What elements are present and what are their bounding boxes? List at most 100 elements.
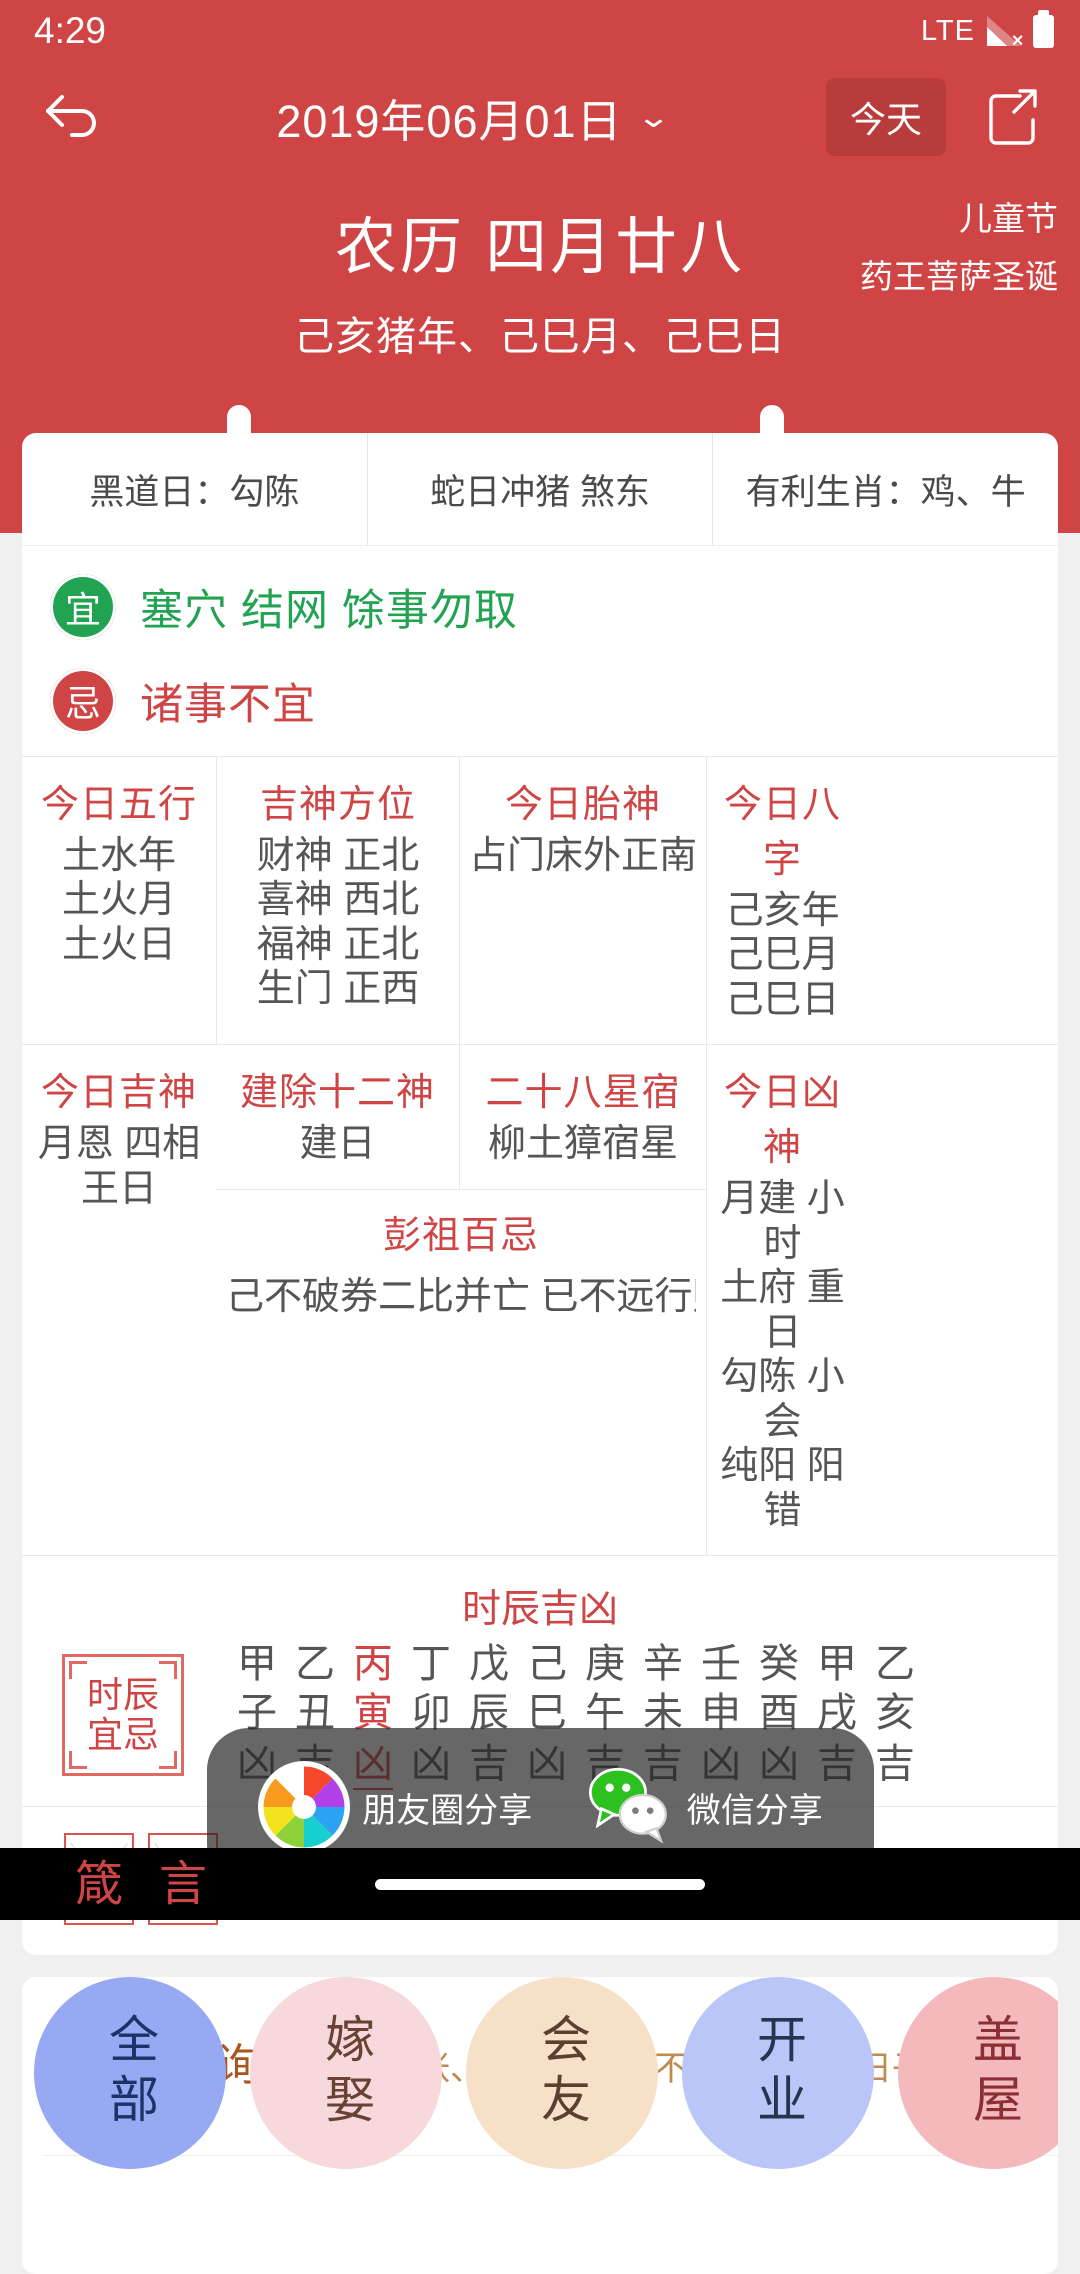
jiri-category-label: 全部: [94, 2013, 166, 2133]
festival-item: 儿童节: [860, 190, 1058, 248]
wechat-icon: [583, 1761, 675, 1853]
cell-value: 纯阳 阳错: [713, 1444, 852, 1533]
cell-title: 吉神方位: [223, 773, 453, 828]
today-button[interactable]: 今天: [826, 78, 946, 156]
shichen-gan: 乙: [286, 1640, 344, 1689]
cell-value: 喜神 西北: [223, 878, 453, 922]
jiri-category-item[interactable]: 盖屋: [886, 1977, 1058, 2169]
cell-value: 财神 正北: [223, 834, 453, 878]
cell-value: 己巳月: [713, 933, 852, 977]
shichen-gan: 辛: [634, 1640, 692, 1689]
signal-no-service-icon: ×: [987, 16, 1021, 46]
tab-marker-pin: [760, 405, 784, 461]
cell-jianchu: 建除十二神 建日: [216, 1045, 459, 1188]
jiri-category-item[interactable]: 会友: [454, 1977, 670, 2169]
cell-bazi: 今日八字 己亥年 己巳月 己巳日: [706, 757, 858, 1044]
nav-bar: 2019年06月01日 ⌄ 今天: [0, 62, 1080, 172]
grid-row-1: 今日五行 土水年 土火月 土火日 吉神方位 财神 正北 喜神 西北 福神 正北 …: [22, 756, 1058, 1044]
cell-value: 土火日: [28, 923, 210, 967]
jiri-category-circle: 开业: [682, 1977, 874, 2169]
jiri-query-section[interactable]: 吉日查询 结婚、开张、搬家、出行不知道怎么选日子? 全部嫁娶会友开业盖屋: [22, 1977, 1058, 2274]
cell-value: 占门床外正南: [466, 834, 700, 878]
yi-text: 塞穴 结网 馀事勿取: [140, 576, 518, 638]
share-wechat-label: 微信分享: [687, 1783, 823, 1832]
chevron-down-icon: ⌄: [636, 100, 671, 135]
cell-pengzu: 彭祖百忌 己不破券二比并亡 已不远行财物伏…: [216, 1189, 706, 1338]
day-attribute-tabs: 黑道日：勾陈 蛇日冲猪 煞东 有利生肖：鸡、牛: [22, 433, 1058, 545]
jiri-category-item[interactable]: 全部: [22, 1977, 238, 2169]
cell-value: 土府 重日: [713, 1266, 852, 1355]
jiri-category-item[interactable]: 嫁娶: [238, 1977, 454, 2169]
lunar-date-block: 农历 四月廿八 己亥猪年、己巳月、己巳日 儿童节 药王菩萨圣诞: [0, 172, 1080, 362]
shichen-gan: 戊: [460, 1640, 518, 1689]
cell-value: 月恩 四相: [28, 1122, 210, 1166]
grid-row-2: 今日吉神 月恩 四相 王日 建除十二神 建日 二十八星宿 柳土獐宿星 彭祖百忌: [22, 1044, 1058, 1555]
cell-title: 建除十二神: [222, 1061, 453, 1116]
cell-wuxing: 今日五行 土水年 土火月 土火日: [22, 757, 216, 1044]
cell-value: 己亥年: [713, 889, 852, 933]
ji-row[interactable]: 忌 诸事不宜: [22, 654, 1058, 748]
cell-value: 建日: [222, 1122, 453, 1166]
cell-title: 今日五行: [28, 773, 210, 828]
main-content: 黑道日：勾陈 蛇日冲猪 煞东 有利生肖：鸡、牛 宜 塞穴 结网 馀事勿取 忌 诸…: [0, 433, 1080, 2274]
jiri-category-label: 会友: [526, 2013, 598, 2133]
shichen-gan: 丙: [344, 1640, 402, 1689]
grid-subrow: 建除十二神 建日 二十八星宿 柳土獐宿星: [216, 1045, 706, 1188]
jiri-category-circle: 会友: [466, 1977, 658, 2169]
shichen-gan: 癸: [750, 1640, 808, 1689]
share-moments-button[interactable]: 朋友圈分享: [258, 1761, 532, 1853]
jiri-category-label: 开业: [742, 2013, 814, 2133]
status-clock: 4:29: [34, 10, 106, 52]
cell-title: 彭祖百忌: [226, 1204, 696, 1259]
status-icons: LTE ×: [921, 15, 1054, 48]
yi-row[interactable]: 宜 塞穴 结网 馀事勿取: [22, 560, 1058, 654]
shichen-gan: 壬: [692, 1640, 750, 1689]
shichen-gan: 乙: [866, 1640, 924, 1689]
shichen-gan: 丁: [402, 1640, 460, 1689]
share-moments-label: 朋友圈分享: [362, 1783, 532, 1832]
cell-value: 福神 正北: [223, 923, 453, 967]
date-selector[interactable]: 2019年06月01日 ⌄: [116, 85, 826, 150]
shichen-gan: 甲: [808, 1640, 866, 1689]
festival-item: 药王菩萨圣诞: [860, 248, 1058, 306]
grid-mid-stack: 建除十二神 建日 二十八星宿 柳土獐宿星 彭祖百忌 己不破券二比并亡 已不远行财…: [216, 1045, 706, 1555]
current-date-label: 2019年06月01日: [276, 85, 622, 150]
tab-marker-pin: [227, 405, 251, 461]
home-pill-icon[interactable]: [375, 1879, 705, 1890]
cell-title: 二十八星宿: [466, 1061, 700, 1116]
cell-title: 今日吉神: [28, 1061, 210, 1116]
cell-jishen-fangwei: 吉神方位 财神 正北 喜神 西北 福神 正北 生门 正西: [216, 757, 459, 1044]
share-wechat-button[interactable]: 微信分享: [583, 1761, 823, 1853]
cell-value: 己不破券二比并亡 已不远行财物伏…: [226, 1265, 696, 1320]
cell-taishen: 今日胎神 占门床外正南: [459, 757, 706, 1044]
shichen-result: 吉: [866, 1740, 924, 1789]
tab-heidao[interactable]: 黑道日：勾陈: [22, 433, 367, 545]
ji-text: 诸事不宜: [140, 670, 316, 732]
cell-value: 生门 正西: [223, 967, 453, 1011]
cell-xiongshen: 今日凶神 月建 小时 土府 重日 勾陈 小会 纯阳 阳错: [706, 1045, 858, 1555]
shichen-gan: 庚: [576, 1640, 634, 1689]
tab-chongsha[interactable]: 蛇日冲猪 煞东: [367, 433, 713, 545]
shichen-gan: 甲: [228, 1640, 286, 1689]
yiji-section: 宜 塞穴 结网 馀事勿取 忌 诸事不宜: [22, 545, 1058, 756]
jiri-category-label: 嫁娶: [310, 2013, 382, 2133]
jiri-category-circle: 全部: [34, 1977, 226, 2169]
lunar-ganzhi: 己亥猪年、己巳月、己巳日: [0, 304, 1080, 362]
cell-title: 今日八字: [713, 773, 852, 883]
jiri-category-circle: 嫁娶: [250, 1977, 442, 2169]
jiri-category-circle: 盖屋: [898, 1977, 1058, 2169]
cell-value: 土水年: [28, 834, 210, 878]
shichen-zhi: 亥: [866, 1689, 924, 1738]
jiri-category-item[interactable]: 开业: [670, 1977, 886, 2169]
cell-xingxiu: 二十八星宿 柳土獐宿星: [459, 1045, 706, 1188]
almanac-grid: 今日五行 土水年 土火月 土火日 吉神方位 财神 正北 喜神 西北 福神 正北 …: [22, 756, 1058, 1555]
share-icon[interactable]: [976, 80, 1050, 154]
cell-value: 己巳日: [713, 978, 852, 1022]
back-arrow-icon[interactable]: [30, 74, 116, 160]
moments-pinwheel-icon: [258, 1761, 350, 1853]
shichen-gan: 己: [518, 1640, 576, 1689]
shichen-hour-column[interactable]: 乙亥吉: [866, 1640, 924, 1790]
cell-title: 今日凶神: [713, 1061, 852, 1171]
status-bar: 4:29 LTE ×: [0, 0, 1080, 62]
festival-list: 儿童节 药王菩萨圣诞: [860, 190, 1058, 306]
